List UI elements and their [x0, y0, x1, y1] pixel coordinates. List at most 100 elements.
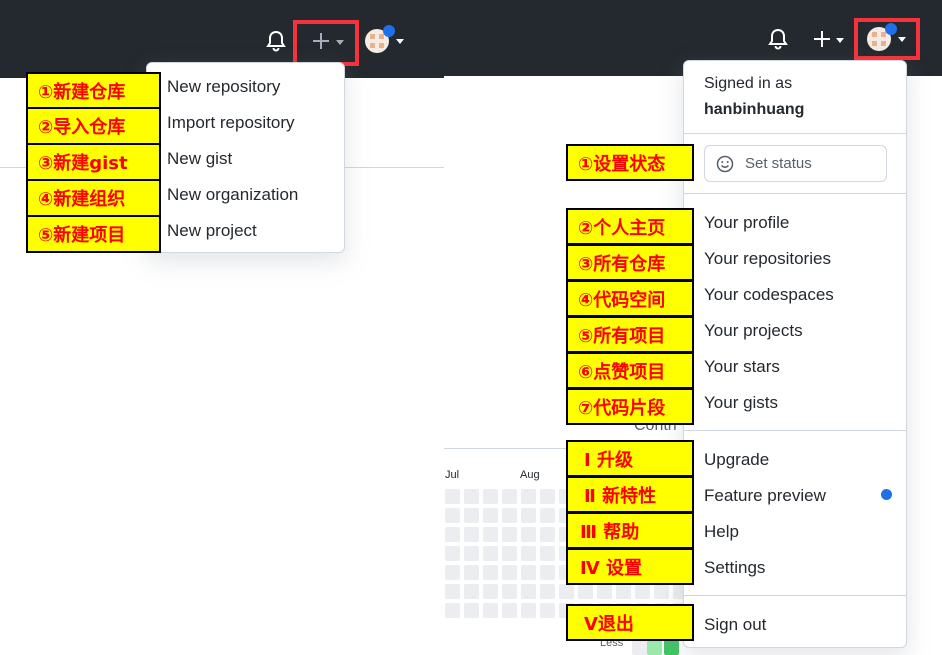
contribution-cell	[483, 603, 498, 618]
signed-in-label: Signed in as	[704, 75, 793, 92]
contribution-cell	[521, 603, 536, 618]
menu-item-new-gist[interactable]: New gist	[167, 149, 232, 169]
set-status-label: Set status	[745, 155, 812, 172]
menu-item-help[interactable]: Help	[704, 522, 739, 542]
menu-item-your-gists[interactable]: Your gists	[704, 393, 778, 413]
contribution-cell	[464, 546, 479, 561]
annotation-label: ⑤所有项目	[566, 316, 694, 353]
menu-item-your-stars[interactable]: Your stars	[704, 357, 780, 377]
bell-icon[interactable]	[266, 30, 286, 52]
contribution-cell	[483, 489, 498, 504]
legend-cell	[664, 640, 679, 655]
menu-item-new-repository[interactable]: New repository	[167, 77, 280, 97]
menu-item-your-repositories[interactable]: Your repositories	[704, 249, 831, 269]
contribution-cell	[464, 565, 479, 580]
legend-cell	[632, 640, 647, 655]
menu-item-feature-preview[interactable]: Feature preview	[704, 486, 826, 506]
contribution-cell	[502, 565, 517, 580]
annotation-label: ⑤新建项目	[26, 215, 161, 253]
username[interactable]: hanbinhuang	[704, 101, 804, 119]
chevron-down-icon[interactable]	[836, 38, 844, 43]
annotation-label: ③新建gist	[26, 143, 161, 181]
contribution-cell	[521, 546, 536, 561]
contribution-cell	[502, 489, 517, 504]
contribution-cell	[597, 584, 612, 599]
contribution-cell	[521, 527, 536, 542]
menu-item-import-repository[interactable]: Import repository	[167, 113, 295, 133]
contribution-cell	[464, 527, 479, 542]
menu-item-your-profile[interactable]: Your profile	[704, 213, 789, 233]
set-status-button[interactable]: Set status	[704, 145, 887, 182]
chevron-down-icon[interactable]	[396, 39, 404, 44]
annotation-label: Ⅱ 新特性	[566, 476, 694, 513]
notification-dot	[383, 25, 395, 37]
annotation-label: ②导入仓库	[26, 107, 161, 145]
new-feature-dot	[881, 489, 892, 500]
legend-cell	[647, 640, 662, 655]
contribution-cell	[521, 508, 536, 523]
divider	[684, 430, 906, 431]
contribution-cell	[464, 584, 479, 599]
contribution-cell	[654, 584, 669, 599]
annotation-label: ①新建仓库	[26, 72, 161, 109]
contribution-cell	[616, 584, 631, 599]
contribution-cell	[445, 489, 460, 504]
divider	[684, 595, 906, 596]
plus-icon[interactable]	[813, 30, 831, 48]
contribution-cell	[445, 508, 460, 523]
contribution-cell	[540, 584, 555, 599]
contribution-cell	[483, 584, 498, 599]
contribution-cell	[483, 527, 498, 542]
contribution-cell	[540, 546, 555, 561]
contribution-cell	[483, 565, 498, 580]
annotation-label: ⑥点赞项目	[566, 352, 694, 389]
contribution-cell	[559, 584, 574, 599]
annotation-label: ④代码空间	[566, 280, 694, 317]
contribution-cell	[502, 584, 517, 599]
annotation-label: Ⅴ退出	[566, 604, 694, 641]
annotation-label: ⑦代码片段	[566, 388, 694, 425]
annotation-label: Ⅳ 设置	[566, 548, 694, 585]
annotation-label: Ⅲ 帮助	[566, 512, 694, 549]
contribution-cell	[521, 489, 536, 504]
annotation-label: ②个人主页	[566, 208, 694, 245]
contribution-cell	[445, 584, 460, 599]
contribution-cell	[521, 584, 536, 599]
annotation-label: ③所有仓库	[566, 244, 694, 281]
annotation-label: ①设置状态	[566, 144, 694, 181]
contribution-cell	[540, 565, 555, 580]
contribution-cell	[540, 527, 555, 542]
highlight-box	[854, 18, 920, 60]
contribution-cell	[502, 527, 517, 542]
annotation-label: Ⅰ 升级	[566, 440, 694, 477]
menu-item-new-project[interactable]: New project	[167, 221, 257, 241]
smiley-icon	[716, 155, 734, 173]
bell-icon[interactable]	[768, 28, 788, 50]
menu-item-sign-out[interactable]: Sign out	[704, 615, 766, 635]
create-menu: New repository Import repository New gis…	[146, 62, 345, 253]
menu-item-your-codespaces[interactable]: Your codespaces	[704, 285, 834, 305]
contribution-cell	[502, 546, 517, 561]
contribution-cell	[445, 546, 460, 561]
divider	[684, 193, 906, 194]
contribution-cell	[464, 489, 479, 504]
contribution-cell	[464, 603, 479, 618]
contribution-cell	[445, 527, 460, 542]
contribution-cell	[502, 508, 517, 523]
month-label: Aug	[520, 469, 540, 481]
menu-item-your-projects[interactable]: Your projects	[704, 321, 803, 341]
contribution-cell	[464, 508, 479, 523]
menu-item-new-organization[interactable]: New organization	[167, 185, 298, 205]
contribution-cell	[445, 603, 460, 618]
menu-item-settings[interactable]: Settings	[704, 558, 765, 578]
contribution-cell	[540, 508, 555, 523]
user-menu: Signed in as hanbinhuang Set status Your…	[683, 60, 907, 648]
contribution-cell	[483, 508, 498, 523]
annotation-label: ④新建组织	[26, 179, 161, 217]
menu-item-upgrade[interactable]: Upgrade	[704, 450, 769, 470]
contribution-cell	[540, 489, 555, 504]
divider	[684, 133, 906, 134]
month-label: Jul	[445, 469, 460, 481]
contribution-cell	[483, 546, 498, 561]
contribution-cell	[521, 565, 536, 580]
